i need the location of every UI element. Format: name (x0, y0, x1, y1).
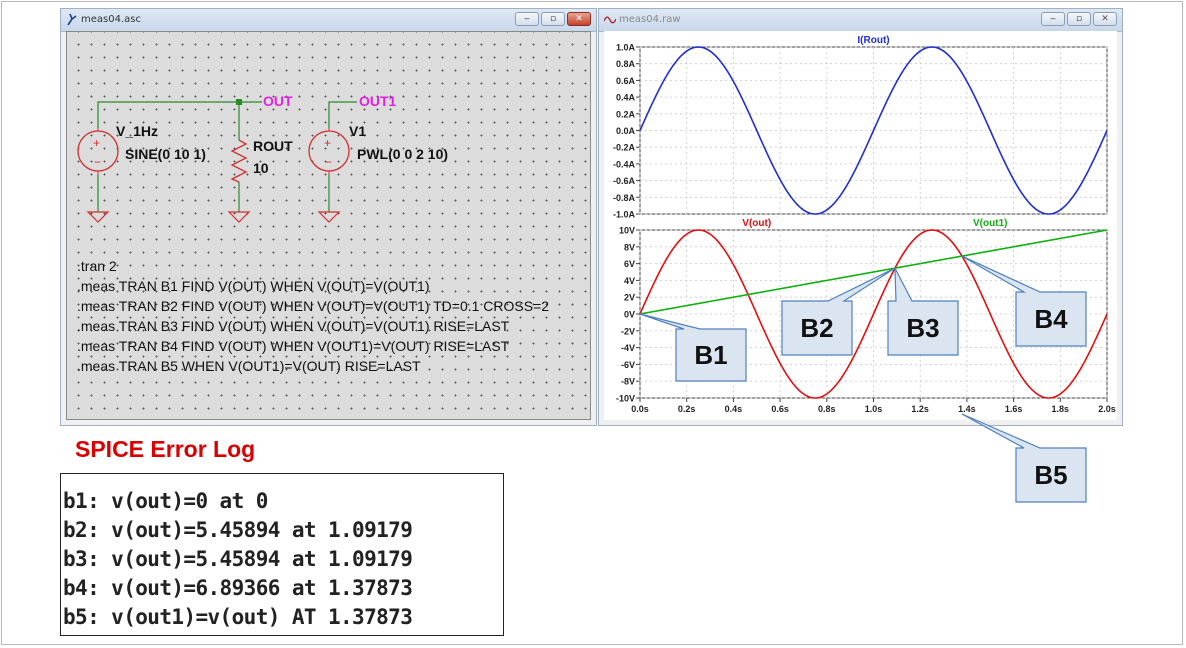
series-legend-label: V(out1) (973, 218, 1007, 229)
log-line: b5: v(out1)=v(out) AT 1.37873 (63, 605, 413, 629)
directive-line[interactable]: .meas TRAN B4 FIND V(OUT) WHEN V(OUT1)=V… (77, 338, 549, 358)
x-tick-label: 0.6s (771, 404, 789, 414)
schematic-canvas[interactable]: + − + − OUT OUT1 V_1Hz SINE(0 10 1) ROUT… (66, 31, 591, 420)
x-tick-label: 1.8s (1052, 404, 1070, 414)
y-tick-label: 0.8A (616, 59, 636, 69)
y-tick-label: -0.2A (613, 143, 636, 153)
y-tick-label: 0.4A (616, 93, 636, 103)
x-tick-label: 0.4s (725, 404, 743, 414)
y-tick-label: -2V (621, 326, 635, 336)
y-tick-label: 4V (624, 276, 635, 286)
y-tick-label: -8V (621, 377, 635, 387)
waveform-plots[interactable]: 1.0A 0.8A 0.6A 0.4A 0.2A 0.0A -0.2A -0.4A -0.6A -… (604, 31, 1117, 420)
x-tick-label: 1.0s (865, 404, 883, 414)
directive-line[interactable]: .meas TRAN B3 FIND V(OUT) WHEN V(OUT)=V(… (77, 318, 549, 338)
x-tick-label: 2.0s (1098, 404, 1116, 414)
y-tick-label: 0V (624, 310, 635, 320)
directive-line[interactable]: .meas TRAN B2 FIND V(OUT) WHEN V(OUT)=V(… (77, 298, 549, 318)
x-tick-label: 0.2s (678, 404, 696, 414)
log-line: b3: v(out)=5.45894 at 1.09179 (63, 547, 413, 571)
waveform-titlebar[interactable]: meas04.raw ‒ ▫ ✕ (599, 9, 1122, 32)
svg-text:−: − (94, 155, 101, 169)
log-line: b1: v(out)=0 at 0 (63, 489, 268, 513)
net-label-out[interactable]: OUT (263, 93, 293, 109)
y-tick-label: 6V (624, 259, 635, 269)
waveform-icon (604, 16, 616, 24)
net-label-out1[interactable]: OUT1 (359, 93, 396, 109)
rout-value[interactable]: 10 (253, 160, 269, 176)
plot-area[interactable]: 1.0A 0.8A 0.6A 0.4A 0.2A 0.0A -0.2A -0.4A -0.6A -… (604, 31, 1117, 420)
series-legend-label: V(out) (742, 218, 771, 229)
y-tick-label: -1.0A (613, 210, 636, 220)
y-tick-label: 2V (624, 293, 635, 303)
svg-text:+: + (324, 136, 331, 150)
v1-name[interactable]: V1 (349, 123, 366, 139)
y-tick-label: 0.0A (616, 126, 636, 136)
x-tick-label: 0.0s (631, 404, 649, 414)
log-line: b4: v(out)=6.89366 at 1.37873 (63, 576, 413, 600)
close-button[interactable]: ✕ (1093, 12, 1117, 26)
pwl-source-symbol[interactable]: + − (308, 128, 350, 175)
y-tick-label: -0.4A (613, 159, 636, 169)
error-log-title: SPICE Error Log (75, 436, 256, 462)
svg-text:+: + (93, 136, 100, 150)
series-legend-label: I(Rout) (857, 35, 889, 46)
close-button[interactable]: ✕ (567, 12, 591, 26)
ground-symbols (86, 211, 341, 223)
v1-value[interactable]: PWL(0 0 2 10) (357, 146, 448, 162)
log-line: b2: v(out)=5.45894 at 1.09179 (63, 518, 413, 542)
x-tick-label: 0.8s (818, 404, 836, 414)
directive-line[interactable]: .meas TRAN B1 FIND V(OUT) WHEN V(OUT)=V(… (77, 278, 549, 298)
restore-button[interactable]: ▫ (541, 12, 565, 26)
x-tick-label: 1.2s (911, 404, 929, 414)
y-tick-label: 1.0A (616, 43, 636, 53)
svg-text:−: − (325, 155, 332, 169)
y-tick-label: -6V (621, 360, 635, 370)
error-log-box: b1: v(out)=0 at 0 b2: v(out)=5.45894 at … (60, 473, 504, 636)
directive-line[interactable]: .meas TRAN B5 WHEN V(OUT1)=V(OUT) RISE=L… (77, 358, 549, 378)
waveform-window: meas04.raw ‒ ▫ ✕ 1.0A 0.8A 0.6A 0.4A 0.2A 0.0… (598, 8, 1123, 426)
y-tick-label: -10V (616, 394, 635, 404)
sine-source-symbol[interactable]: + − (77, 128, 119, 175)
y-tick-label: 0.6A (616, 76, 636, 86)
minimize-button[interactable]: ‒ (1041, 12, 1065, 26)
waveform-window-title: meas04.raw (619, 14, 681, 25)
schematic-window-title: meas04.asc (81, 14, 141, 25)
y-tick-label: 10V (619, 226, 635, 236)
v-1hz-name[interactable]: V_1Hz (116, 123, 158, 139)
y-tick-label: -0.6A (613, 176, 636, 186)
minimize-button[interactable]: ‒ (515, 12, 539, 26)
y-tick-label: 0.2A (616, 109, 636, 119)
rout-name[interactable]: ROUT (253, 138, 293, 154)
x-tick-label: 1.4s (958, 404, 976, 414)
directive-line[interactable]: .tran 2 (77, 258, 549, 278)
v-1hz-value[interactable]: SINE(0 10 1) (125, 146, 206, 162)
y-tick-label: -4V (621, 343, 635, 353)
ltspice-schematic-icon (67, 13, 77, 26)
x-tick-label: 1.6s (1005, 404, 1023, 414)
y-tick-label: 8V (624, 242, 635, 252)
schematic-titlebar[interactable]: meas04.asc ‒ ▫ ✕ (61, 9, 596, 32)
y-tick-label: -0.8A (613, 193, 636, 203)
junction-dot (236, 99, 242, 105)
spice-directives[interactable]: .tran 2 .meas TRAN B1 FIND V(OUT) WHEN V… (77, 258, 549, 378)
resistor-symbol[interactable] (230, 139, 248, 183)
schematic-window: meas04.asc ‒ ▫ ✕ + − + − OUT OUT1 V_1Hz … (60, 8, 597, 426)
restore-button[interactable]: ▫ (1067, 12, 1091, 26)
